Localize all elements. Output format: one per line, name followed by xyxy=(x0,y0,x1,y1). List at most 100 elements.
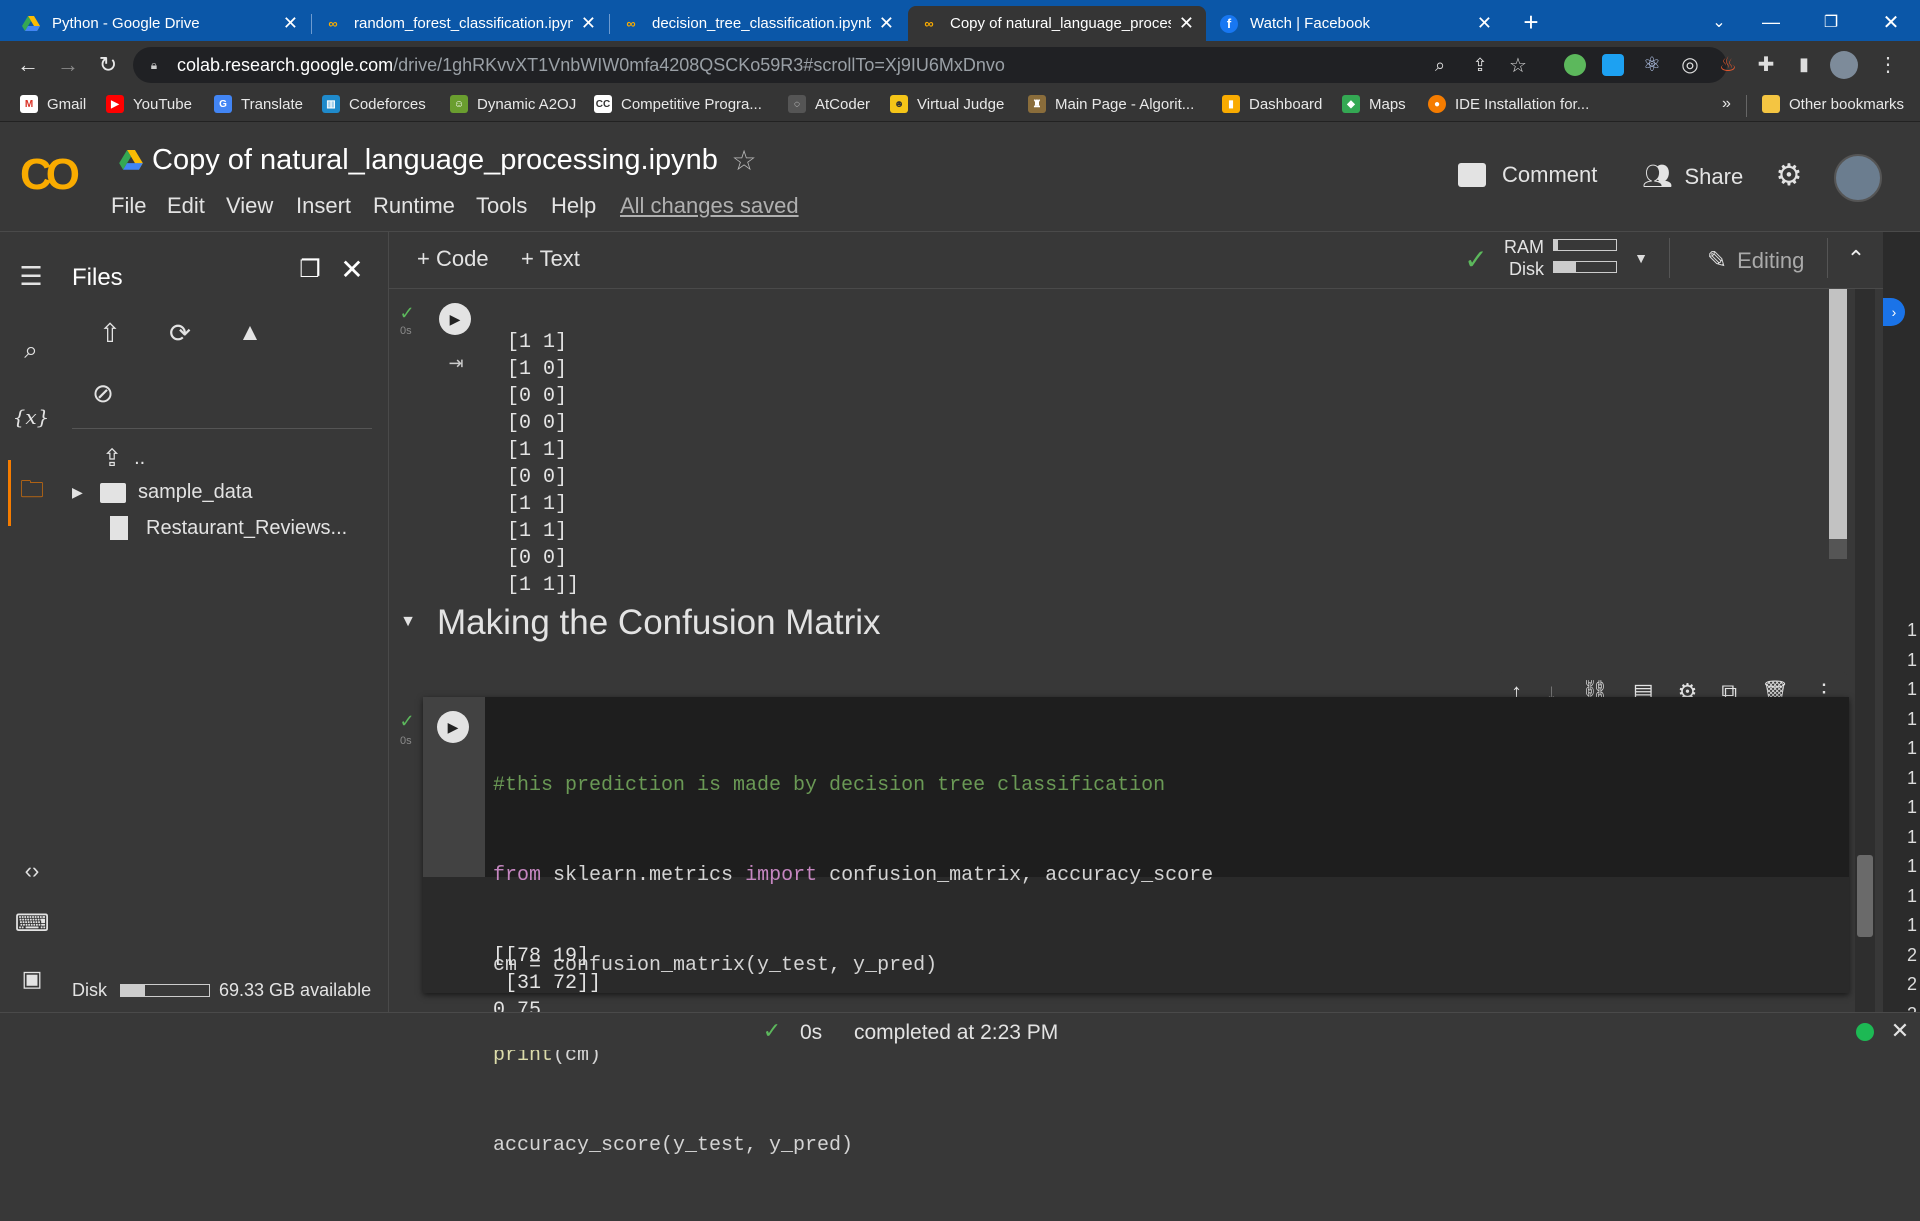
extension-a-icon[interactable] xyxy=(1602,54,1624,76)
open-in-window-icon[interactable]: ❐ xyxy=(294,254,326,284)
extension-react-icon[interactable]: ⚛ xyxy=(1640,52,1664,76)
share-button[interactable]: 👥︎ Share xyxy=(1642,162,1743,191)
side-panel-icon[interactable]: ▮ xyxy=(1792,52,1816,76)
runtime-dropdown-icon[interactable]: ▼ xyxy=(1629,246,1653,270)
resource-labels[interactable]: RAM Disk xyxy=(1500,236,1544,280)
close-status-icon[interactable]: ✕ xyxy=(1888,1018,1912,1043)
add-text-button[interactable]: + Text xyxy=(521,246,580,272)
user-avatar[interactable] xyxy=(1834,154,1882,202)
notebook-scrollbar[interactable] xyxy=(1855,289,1875,1012)
profile-avatar[interactable] xyxy=(1830,51,1858,79)
status-exec-time[interactable]: 0s xyxy=(800,1021,822,1045)
notebook-title[interactable]: Copy of natural_language_processing.ipyn… xyxy=(152,144,718,177)
mount-drive-icon[interactable]: ▲ xyxy=(232,316,268,350)
google-drive-icon[interactable] xyxy=(118,148,144,172)
bookmark-star-icon[interactable]: ☆ xyxy=(1505,52,1531,78)
new-tab-icon[interactable]: + xyxy=(1516,7,1546,37)
file-icon xyxy=(110,516,128,540)
expand-right-panel-icon[interactable]: › xyxy=(1883,298,1905,326)
clear-output-icon[interactable]: ⇥ xyxy=(444,351,468,375)
bookmark-atcoder[interactable]: ◌ AtCoder xyxy=(788,95,870,113)
add-code-button[interactable]: + Code xyxy=(417,246,489,272)
zoom-icon[interactable]: ⌕ xyxy=(1427,52,1453,78)
share-page-icon[interactable]: ⇪ xyxy=(1467,52,1493,78)
bookmarks-overflow[interactable]: » xyxy=(1722,95,1731,113)
tree-restaurant-reviews[interactable]: Restaurant_Reviews... xyxy=(106,516,347,540)
menu-tools[interactable]: Tools xyxy=(476,193,527,219)
status-text[interactable]: completed at 2:23 PM xyxy=(854,1021,1058,1045)
menu-runtime[interactable]: Runtime xyxy=(373,193,455,219)
other-bookmarks[interactable]: Other bookmarks xyxy=(1762,95,1904,113)
close-icon[interactable]: ✕ xyxy=(1179,13,1194,34)
tab-random-forest[interactable]: ∞ random_forest_classification.ipyn ✕ xyxy=(312,6,608,41)
restore-icon[interactable]: ❐ xyxy=(1816,8,1846,36)
bookmark-translate[interactable]: G Translate xyxy=(214,95,303,113)
bookmark-competitive-programming[interactable]: CC Competitive Progra... xyxy=(594,95,762,113)
code-snippets-icon[interactable]: ‹› xyxy=(16,856,48,886)
expand-arrow-icon[interactable]: ▶ xyxy=(72,484,86,501)
bookmark-youtube[interactable]: ▶ YouTube xyxy=(106,95,192,113)
tab-active-notebook[interactable]: ∞ Copy of natural_language_proces ✕ xyxy=(908,6,1206,41)
run-cell-button[interactable]: ▶ xyxy=(437,711,469,743)
output-scrollbar[interactable] xyxy=(1829,289,1847,559)
tab-search-chevron-icon[interactable]: ⌄ xyxy=(1704,8,1734,36)
bookmark-codeforces[interactable]: ▥ Codeforces xyxy=(322,95,426,113)
menu-help[interactable]: Help xyxy=(551,193,596,219)
collapse-section-icon[interactable]: ▼ xyxy=(397,611,419,633)
browser-menu-icon[interactable]: ⋮ xyxy=(1878,52,1898,76)
menu-file[interactable]: File xyxy=(111,193,146,219)
tab-decision-tree[interactable]: ∞ decision_tree_classification.ipynb ✕ xyxy=(610,6,906,41)
bookmark-dashboard[interactable]: ▮ Dashboard xyxy=(1222,95,1322,113)
extension-grammarly-icon[interactable] xyxy=(1564,54,1586,76)
bookmark-maps[interactable]: ◆ Maps xyxy=(1342,95,1406,113)
gutter-number: 1 xyxy=(1907,826,1918,847)
code-editor[interactable]: #this prediction is made by decision tre… xyxy=(485,697,1849,1157)
hidden-files-icon[interactable]: ⊘ xyxy=(84,376,122,410)
disk-usage-bar[interactable] xyxy=(1553,261,1617,273)
refresh-folder-icon[interactable]: ⟳ xyxy=(162,316,198,350)
bookmark-a2oj[interactable]: ☺ Dynamic A2OJ xyxy=(450,95,576,113)
tab-google-drive[interactable]: Python - Google Drive ✕ xyxy=(10,6,310,41)
close-icon[interactable]: ✕ xyxy=(581,13,596,34)
menu-edit[interactable]: Edit xyxy=(167,193,205,219)
tab-facebook[interactable]: f Watch | Facebook ✕ xyxy=(1208,6,1504,41)
comment-button[interactable]: Comment xyxy=(1458,162,1597,188)
search-icon[interactable]: ⌕ xyxy=(16,336,46,366)
reload-icon[interactable]: ↻ xyxy=(94,51,122,79)
extensions-puzzle-icon[interactable]: ✚ xyxy=(1754,52,1778,76)
bookmark-gmail[interactable]: M Gmail xyxy=(20,95,86,113)
run-cell-button[interactable]: ▶ xyxy=(439,303,471,335)
star-icon[interactable]: ☆ xyxy=(728,144,760,176)
command-palette-icon[interactable]: ⌨ xyxy=(15,908,50,938)
forward-icon[interactable]: → xyxy=(54,51,82,79)
back-icon[interactable]: ← xyxy=(14,51,42,79)
editing-mode-button[interactable]: ✎ Editing xyxy=(1707,246,1804,275)
save-status[interactable]: All changes saved xyxy=(620,193,799,219)
window-close-icon[interactable]: ✕ xyxy=(1876,8,1906,36)
tree-sample-data[interactable]: ▶ sample_data xyxy=(72,481,253,504)
ram-usage-bar[interactable] xyxy=(1553,239,1617,251)
variables-icon[interactable]: {𝑥} xyxy=(12,402,50,432)
collapse-header-icon[interactable]: ⌃ xyxy=(1841,244,1871,274)
minimize-icon[interactable]: — xyxy=(1756,8,1786,36)
bookmark-virtual-judge[interactable]: ☻ Virtual Judge xyxy=(890,95,1004,113)
terminal-icon[interactable]: ▣ xyxy=(16,964,48,994)
address-bar[interactable]: 🔒︎ colab.research.google.com/drive/1ghRK… xyxy=(133,47,1727,83)
bookmark-algorithms[interactable]: ♜ Main Page - Algorit... xyxy=(1028,95,1194,113)
close-icon[interactable]: ✕ xyxy=(283,13,298,34)
bookmark-ide-installation[interactable]: ● IDE Installation for... xyxy=(1428,95,1589,113)
code-cell[interactable]: ▶ #this prediction is made by decision t… xyxy=(423,697,1849,1157)
menu-insert[interactable]: Insert xyxy=(296,193,351,219)
menu-view[interactable]: View xyxy=(226,193,273,219)
table-of-contents-icon[interactable]: ☰ xyxy=(14,261,48,291)
extension-bug-icon[interactable]: ♨ xyxy=(1716,52,1740,76)
close-icon[interactable]: ✕ xyxy=(879,13,894,34)
close-panel-icon[interactable]: ✕ xyxy=(336,254,368,285)
tree-parent-dir[interactable]: ⇪.. xyxy=(102,444,145,473)
colab-logo[interactable]: CO xyxy=(20,150,80,200)
settings-gear-icon[interactable]: ⚙ xyxy=(1772,158,1806,192)
extension-target-icon[interactable]: ◎ xyxy=(1678,52,1702,76)
upload-file-icon[interactable]: ⇧ xyxy=(94,316,126,350)
files-folder-icon[interactable]: 🗀︎ xyxy=(16,476,48,506)
close-icon[interactable]: ✕ xyxy=(1477,13,1492,34)
